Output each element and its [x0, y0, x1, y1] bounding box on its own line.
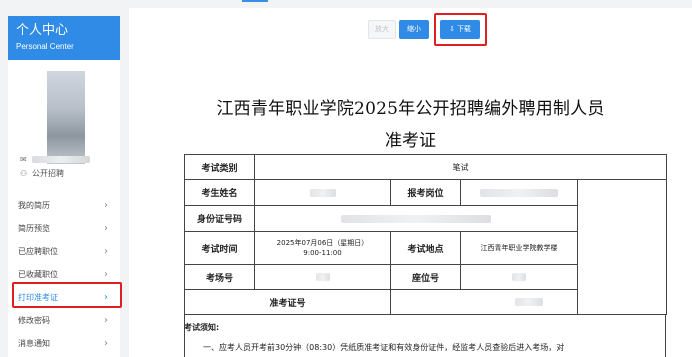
exam-type-value: 笔试	[254, 154, 667, 180]
chevron-right-icon: ›	[104, 338, 108, 349]
chevron-right-icon: ›	[104, 246, 108, 257]
top-tab-indicator	[242, 0, 268, 2]
position-value	[460, 179, 578, 206]
exam-time-value: 2025年07月06日（星期日） 9:00-11:00	[254, 231, 391, 265]
user-icon: ⚇	[20, 169, 28, 178]
ticket-no-label: 准考证号	[184, 289, 391, 315]
masked-value	[315, 273, 330, 281]
sidebar-item-change-password[interactable]: 修改密码 ›	[8, 309, 120, 332]
seat-label: 座位号	[390, 264, 461, 290]
chevron-right-icon: ›	[104, 315, 108, 326]
exam-place-label: 考试地点	[390, 231, 461, 265]
avatar	[47, 71, 85, 164]
ticket-no-value	[390, 289, 667, 315]
sidebar-item-label: 简历预览	[18, 224, 50, 233]
masked-email	[32, 156, 90, 163]
masked-value	[512, 273, 526, 281]
masked-value	[514, 298, 543, 306]
table-row: 准考证号	[184, 289, 667, 315]
top-strip	[0, 0, 692, 6]
zoom-in-button[interactable]: 放大	[368, 20, 396, 39]
sidebar-menu: 我的简历 › 简历预览 › 已应聘职位 › 已收藏职位 › 打印准考证 › 修改…	[8, 194, 120, 355]
exam-date: 2025年07月06日（星期日）	[276, 239, 369, 247]
seat-value	[460, 264, 578, 290]
notes-line-1: 一、应考人员开考前30分钟（08:30）凭纸质准考证和有效身份证件，经监考人员查…	[203, 343, 565, 352]
exam-time-label: 考试时间	[184, 231, 255, 265]
table-row: 考试类别 笔试	[184, 154, 667, 180]
notes-title: 考试须知:	[184, 323, 220, 332]
sidebar-subtitle: Personal Center	[16, 42, 74, 51]
sidebar-item-label: 修改密码	[18, 316, 50, 325]
masked-value	[480, 188, 558, 197]
admission-ticket-table: 考试类别 笔试 考生姓名 报考岗位 身份证号码 考试时间 2025年07月06日…	[184, 154, 667, 315]
exam-time-range: 9:00-11:00	[303, 249, 342, 257]
chevron-right-icon: ›	[104, 200, 108, 211]
highlight-box-print-ticket	[12, 282, 122, 308]
masked-value	[309, 188, 336, 197]
name-value	[254, 179, 391, 206]
name-label: 考生姓名	[184, 179, 255, 206]
chevron-right-icon: ›	[104, 223, 108, 234]
highlight-box-download	[434, 13, 487, 46]
sidebar-title: 个人中心	[16, 23, 69, 38]
sidebar-item-resume[interactable]: 我的简历 ›	[8, 194, 120, 217]
user-type-label: 公开招聘	[32, 169, 64, 178]
user-type: ⚇ 公开招聘	[20, 168, 64, 179]
sidebar-item-label: 已应聘职位	[18, 247, 58, 256]
room-label: 考场号	[184, 264, 255, 290]
zoom-out-button[interactable]: 缩小	[399, 20, 429, 39]
mail-icon: ✉	[20, 155, 27, 164]
sidebar-item-applied-jobs[interactable]: 已应聘职位 ›	[8, 240, 120, 263]
ticket-preview-panel: 放大 缩小 ⇩ 下载 江西青年职业学院2025年公开招聘编外聘用制人员 准考证 考…	[129, 8, 692, 357]
sidebar-item-label: 我的简历	[18, 201, 50, 210]
id-label: 身份证号码	[184, 205, 255, 232]
room-value	[254, 264, 391, 290]
page: 个人中心 Personal Center ✉ ⚇ 公开招聘 我的简历 › 简历预…	[0, 0, 692, 357]
sidebar-header: 个人中心 Personal Center	[8, 16, 120, 60]
masked-value	[341, 214, 491, 223]
exam-place-value: 江西青年职业学院教学楼	[460, 231, 578, 265]
document-subtitle: 准考证	[385, 131, 436, 151]
exam-type-label: 考试类别	[184, 154, 255, 180]
sidebar-item-label: 消息通知	[18, 339, 50, 348]
sidebar-item-notifications[interactable]: 消息通知 ›	[8, 332, 120, 355]
user-email: ✉	[20, 155, 90, 164]
id-value	[254, 205, 578, 232]
sidebar-item-label: 已收藏职位	[18, 270, 58, 279]
table-row: 考生姓名 报考岗位	[184, 179, 667, 315]
sidebar-item-resume-preview[interactable]: 简历预览 ›	[8, 217, 120, 240]
position-label: 报考岗位	[390, 179, 461, 206]
sidebar: 个人中心 Personal Center ✉ ⚇ 公开招聘 我的简历 › 简历预…	[8, 16, 122, 357]
document-title: 江西青年职业学院2025年公开招聘编外聘用制人员	[216, 99, 605, 119]
